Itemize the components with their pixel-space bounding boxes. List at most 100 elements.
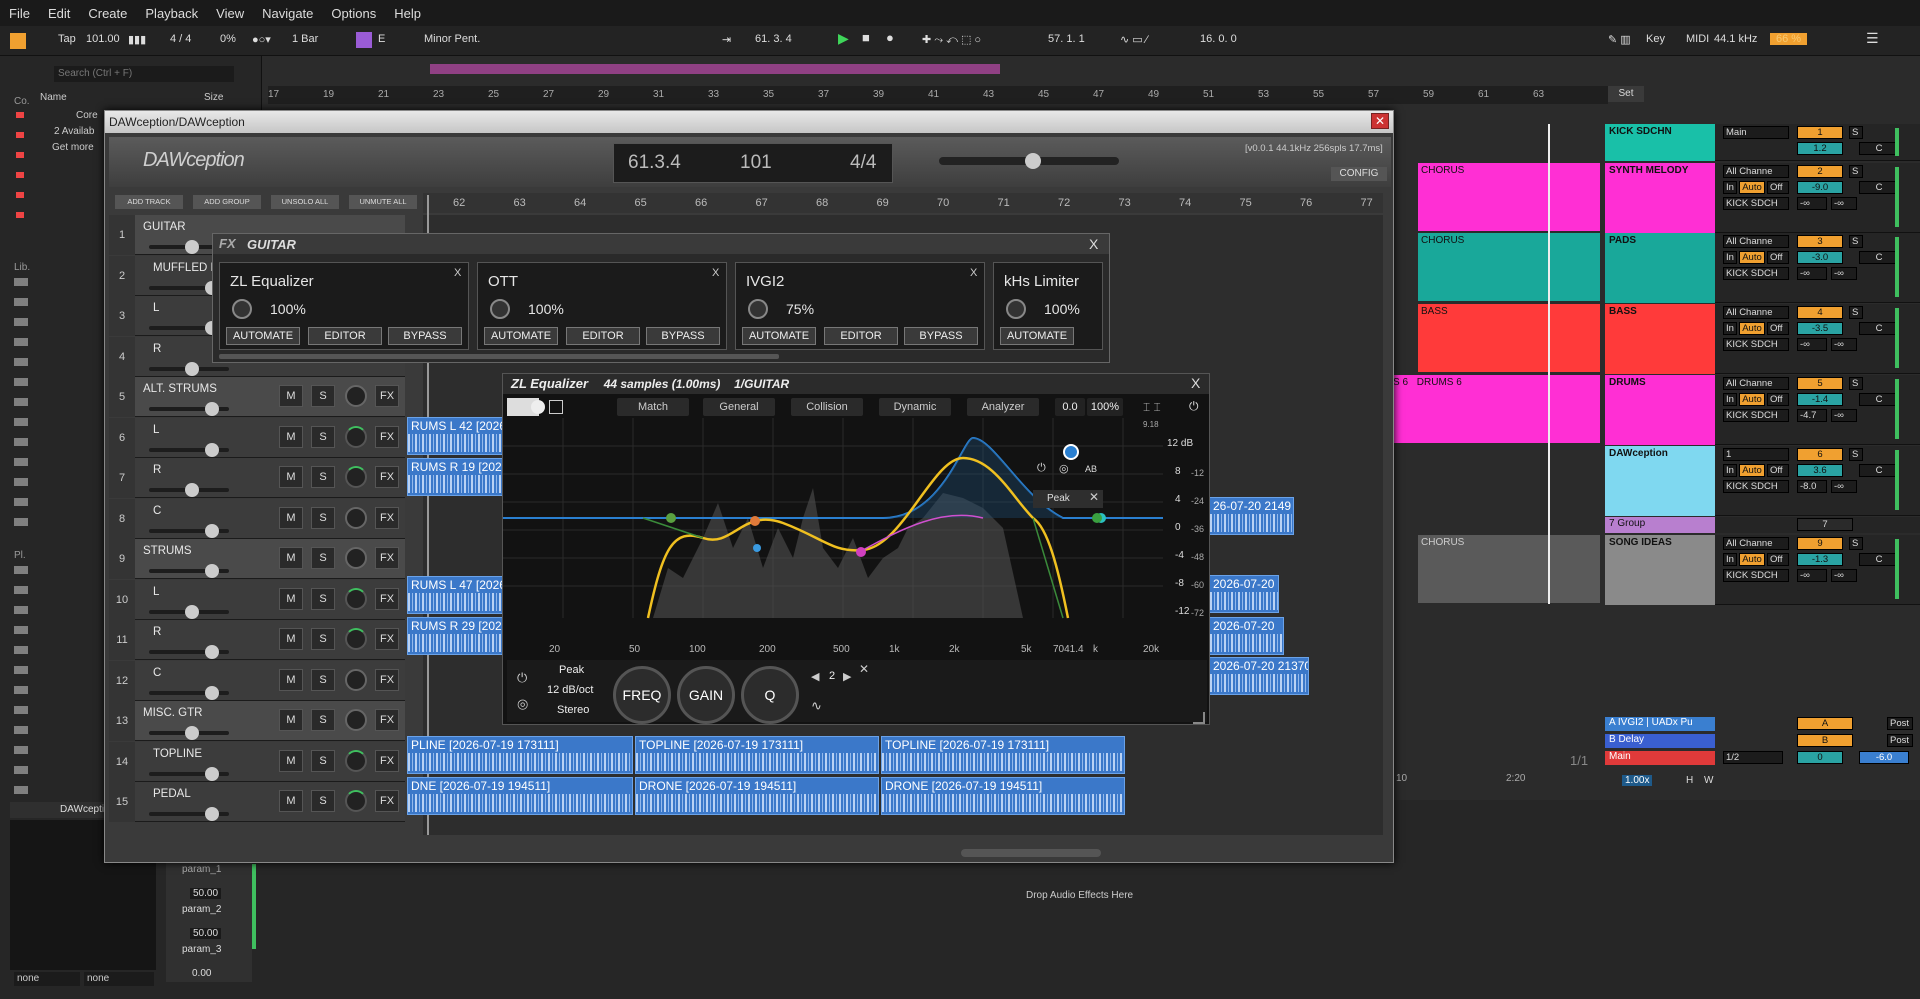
- hamburger-icon[interactable]: ☰: [1866, 30, 1879, 47]
- mute-button[interactable]: M: [279, 506, 303, 529]
- band-solo-icon[interactable]: ◎: [1059, 462, 1069, 475]
- song-position-field[interactable]: 61. 3. 4: [755, 33, 792, 45]
- window-close-button[interactable]: ✕: [1371, 113, 1389, 129]
- track-row[interactable]: 10 L M S FX: [109, 579, 405, 620]
- pan-knob[interactable]: [345, 506, 367, 529]
- track-row[interactable]: 9 STRUMS M S FX: [109, 539, 405, 579]
- pan-knob[interactable]: [345, 385, 367, 407]
- set-locator-button[interactable]: Set: [1608, 86, 1644, 102]
- midi-map-button[interactable]: MIDI: [1686, 33, 1709, 45]
- track-activator[interactable]: 2: [1797, 165, 1843, 178]
- monitor-in[interactable]: In: [1723, 181, 1737, 194]
- track-volume-slider[interactable]: [149, 483, 229, 497]
- volume-field[interactable]: -1.3: [1797, 553, 1843, 566]
- resize-handle[interactable]: [1193, 712, 1205, 724]
- bypass-button[interactable]: BYPASS: [388, 327, 462, 345]
- channel-route[interactable]: All Channe: [1723, 306, 1789, 319]
- tap-button[interactable]: Tap: [58, 33, 76, 45]
- key-map-button[interactable]: Key: [1646, 33, 1665, 45]
- track-row[interactable]: 7 R M S FX: [109, 458, 405, 498]
- quantize-field[interactable]: 1 Bar: [292, 33, 318, 45]
- channel-route[interactable]: All Channe: [1723, 235, 1789, 248]
- fx-button[interactable]: FX: [375, 790, 399, 812]
- solo-button[interactable]: S: [311, 668, 335, 691]
- fx-remove-icon[interactable]: X: [454, 267, 461, 279]
- eq-band-2-handle[interactable]: [750, 516, 760, 526]
- mute-button[interactable]: M: [279, 790, 303, 812]
- group-number[interactable]: 7: [1797, 518, 1853, 531]
- solo-button[interactable]: S: [1849, 537, 1863, 550]
- play-icon[interactable]: ▶: [838, 30, 849, 47]
- track-volume-slider[interactable]: [149, 645, 229, 659]
- device-title[interactable]: DAWception: [10, 802, 115, 818]
- input-source[interactable]: KICK SDCH: [1723, 197, 1789, 210]
- track-row[interactable]: 13 MISC. GTR M S FX: [109, 701, 405, 741]
- clip-song-ideas[interactable]: CHORUS: [1418, 535, 1600, 603]
- solo-button[interactable]: S: [1849, 448, 1863, 461]
- audio-clip[interactable]: TOPLINE [2026-07-19 173111]: [881, 736, 1125, 774]
- mute-button[interactable]: M: [279, 587, 303, 610]
- audio-clip[interactable]: 26-07-20 2149: [1209, 497, 1294, 535]
- channel-route[interactable]: Main: [1723, 126, 1789, 139]
- automate-button[interactable]: AUTOMATE: [484, 327, 558, 345]
- browser-item[interactable]: Get more: [52, 142, 94, 153]
- solo-button[interactable]: S: [1849, 235, 1863, 248]
- midi-to-select[interactable]: none: [84, 972, 154, 986]
- track-volume-slider[interactable]: [149, 685, 229, 700]
- solo-button[interactable]: S: [311, 790, 335, 812]
- return-a-post[interactable]: Post: [1887, 717, 1913, 730]
- metronome-icon[interactable]: ▮▮▮: [128, 33, 146, 46]
- solo-button[interactable]: S: [1849, 126, 1863, 139]
- tab-dynamic[interactable]: Dynamic: [879, 398, 951, 416]
- track-activator[interactable]: 4: [1797, 306, 1843, 319]
- fx-mix-knob[interactable]: [748, 299, 768, 319]
- editor-button[interactable]: EDITOR: [308, 327, 382, 345]
- track-volume-slider[interactable]: [149, 604, 229, 619]
- track-volume-slider[interactable]: [149, 726, 229, 740]
- pan-knob[interactable]: [345, 628, 367, 650]
- monitor-in[interactable]: In: [1723, 322, 1737, 335]
- band-type[interactable]: Peak: [559, 664, 584, 676]
- mute-button[interactable]: M: [279, 425, 303, 448]
- main-route[interactable]: 1/2: [1723, 751, 1783, 764]
- q-knob[interactable]: Q: [741, 666, 799, 724]
- band-next-icon[interactable]: ▶: [843, 670, 851, 683]
- eq-close-button[interactable]: X: [1191, 375, 1200, 391]
- track-row[interactable]: 6 L M S FX: [109, 417, 405, 458]
- param-value[interactable]: 50.00: [190, 888, 222, 899]
- audio-clip[interactable]: 2026-07-20: [1209, 575, 1279, 613]
- volume-field[interactable]: 1.2: [1797, 142, 1843, 155]
- audio-clip[interactable]: PLINE [2026-07-19 173111]: [407, 736, 633, 774]
- menu-edit[interactable]: Edit: [39, 6, 79, 21]
- add-group-button[interactable]: ADD GROUP: [193, 195, 261, 209]
- param-value[interactable]: 0.00: [192, 968, 211, 979]
- monitor-off[interactable]: Off: [1767, 393, 1789, 406]
- menu-view[interactable]: View: [207, 6, 253, 21]
- follow-icon[interactable]: ⇥: [722, 33, 731, 46]
- volume-field[interactable]: -9.0: [1797, 181, 1843, 194]
- track-activator[interactable]: 1: [1797, 126, 1843, 139]
- main-volume[interactable]: -6.0: [1859, 751, 1909, 764]
- fx-mix-knob[interactable]: [1006, 299, 1026, 319]
- peak-popup-close[interactable]: ✕: [1089, 490, 1099, 504]
- mute-button[interactable]: M: [279, 547, 303, 569]
- gain-knob[interactable]: GAIN: [677, 666, 735, 724]
- monitor-in[interactable]: In: [1723, 251, 1737, 264]
- audio-clip[interactable]: 2026-07-20: [1209, 617, 1284, 655]
- solo-button[interactable]: S: [311, 547, 335, 569]
- menu-navigate[interactable]: Navigate: [253, 6, 322, 21]
- clip-bass[interactable]: BASS: [1418, 304, 1600, 372]
- monitor-off[interactable]: Off: [1767, 251, 1789, 264]
- audio-clip[interactable]: RUMS R 29 [2026-: [407, 617, 503, 655]
- audio-clip[interactable]: DNE [2026-07-19 194511]: [407, 777, 633, 815]
- pan-field[interactable]: C: [1859, 142, 1899, 155]
- menu-file[interactable]: File: [0, 6, 39, 21]
- input-source[interactable]: KICK SDCH: [1723, 569, 1789, 582]
- input-source[interactable]: KICK SDCH: [1723, 480, 1789, 493]
- track-volume-slider[interactable]: [149, 766, 229, 781]
- clip-drums[interactable]: S 6 DRUMS 6: [1390, 375, 1600, 443]
- channel-route[interactable]: All Channe: [1723, 165, 1789, 178]
- volume-field[interactable]: -3.5: [1797, 322, 1843, 335]
- fx-remove-icon[interactable]: X: [970, 267, 977, 279]
- return-a-name[interactable]: A IVGI2 | UADx Pu: [1605, 717, 1715, 731]
